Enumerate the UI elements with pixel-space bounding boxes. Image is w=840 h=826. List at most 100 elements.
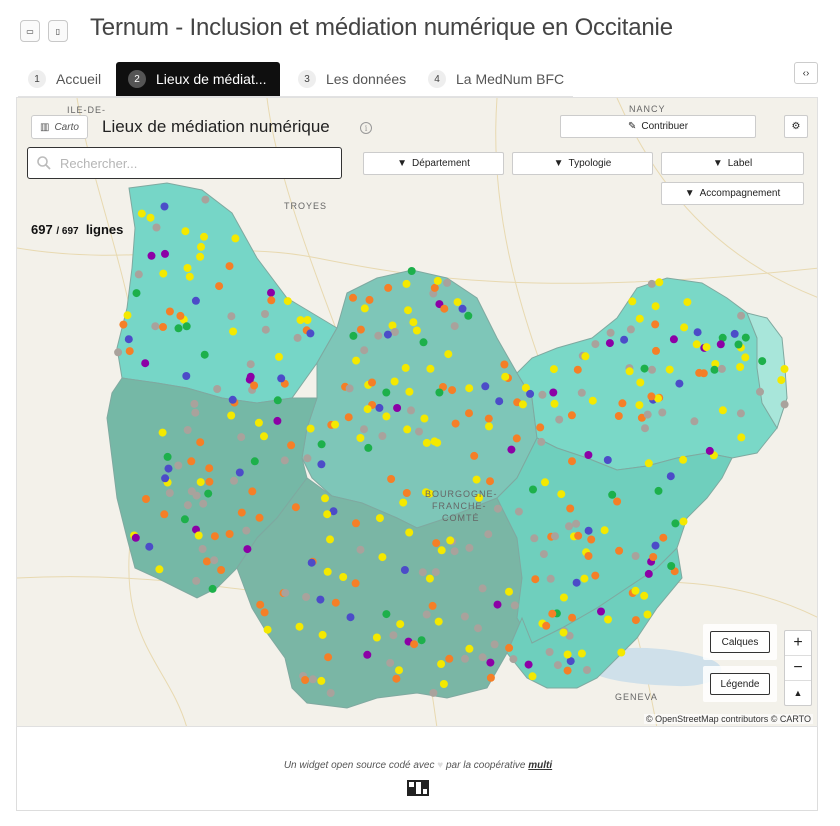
place-marker[interactable]: [651, 302, 660, 311]
place-marker[interactable]: [307, 558, 316, 567]
place-marker[interactable]: [465, 543, 474, 552]
place-marker[interactable]: [392, 674, 401, 683]
place-marker[interactable]: [643, 410, 652, 419]
place-marker[interactable]: [324, 653, 333, 662]
place-marker[interactable]: [378, 432, 387, 440]
place-marker[interactable]: [669, 335, 678, 344]
zoom-in-button[interactable]: +: [785, 631, 811, 656]
place-marker[interactable]: [559, 628, 568, 637]
place-marker[interactable]: [465, 409, 473, 418]
place-marker[interactable]: [303, 316, 312, 324]
place-marker[interactable]: [165, 307, 174, 316]
place-marker[interactable]: [183, 264, 192, 272]
place-marker[interactable]: [293, 333, 302, 342]
place-marker[interactable]: [490, 640, 499, 649]
place-marker[interactable]: [536, 423, 545, 432]
place-marker[interactable]: [418, 568, 427, 577]
place-marker[interactable]: [161, 249, 169, 258]
place-marker[interactable]: [470, 451, 479, 460]
place-marker[interactable]: [716, 340, 725, 349]
place-marker[interactable]: [524, 660, 533, 669]
settings-button[interactable]: ⚙: [784, 115, 808, 138]
code-toggle-icon[interactable]: ‹›: [794, 62, 818, 84]
place-marker[interactable]: [608, 490, 617, 499]
place-marker[interactable]: [584, 451, 593, 459]
place-marker[interactable]: [440, 304, 449, 313]
place-marker[interactable]: [526, 389, 535, 398]
place-marker[interactable]: [529, 485, 537, 494]
place-marker[interactable]: [331, 420, 340, 429]
place-marker[interactable]: [655, 278, 664, 287]
place-marker[interactable]: [584, 552, 593, 560]
place-marker[interactable]: [160, 510, 169, 519]
place-marker[interactable]: [461, 654, 469, 663]
place-marker[interactable]: [237, 433, 246, 442]
zoom-out-button[interactable]: −: [785, 656, 811, 681]
place-marker[interactable]: [643, 610, 652, 619]
place-marker[interactable]: [151, 322, 160, 331]
place-marker[interactable]: [356, 325, 365, 334]
place-marker[interactable]: [356, 545, 365, 554]
place-marker[interactable]: [737, 433, 746, 442]
info-icon[interactable]: i: [360, 122, 372, 134]
place-marker[interactable]: [430, 437, 439, 446]
place-marker[interactable]: [308, 675, 317, 684]
place-marker[interactable]: [346, 613, 355, 622]
place-marker[interactable]: [125, 347, 134, 356]
place-marker[interactable]: [246, 360, 255, 369]
place-marker[interactable]: [507, 445, 516, 454]
place-marker[interactable]: [581, 352, 590, 361]
place-marker[interactable]: [187, 457, 196, 466]
tab-accueil[interactable]: 1 Accueil: [28, 62, 101, 96]
place-marker[interactable]: [741, 353, 750, 362]
place-marker[interactable]: [230, 476, 238, 485]
place-marker[interactable]: [528, 672, 537, 681]
place-marker[interactable]: [671, 519, 680, 528]
place-marker[interactable]: [730, 329, 739, 338]
place-marker[interactable]: [615, 546, 624, 555]
place-marker[interactable]: [493, 600, 502, 609]
place-marker[interactable]: [412, 326, 421, 335]
place-marker[interactable]: [161, 474, 170, 483]
place-marker[interactable]: [389, 631, 398, 640]
place-marker[interactable]: [145, 542, 154, 551]
multi-logo[interactable]: [407, 780, 429, 796]
place-marker[interactable]: [591, 571, 600, 580]
place-marker[interactable]: [231, 234, 240, 243]
filter-accompagnement-button[interactable]: ▼ Accompagnement: [661, 182, 804, 205]
place-marker[interactable]: [777, 376, 786, 385]
place-marker[interactable]: [563, 666, 572, 675]
map-container[interactable]: ILE-DE- NC NANCY TROYES BOURGOGNE- FRANC…: [16, 97, 818, 727]
place-marker[interactable]: [705, 446, 714, 455]
place-marker[interactable]: [318, 630, 327, 639]
place-marker[interactable]: [142, 495, 150, 503]
place-marker[interactable]: [295, 622, 304, 631]
place-marker[interactable]: [208, 584, 217, 593]
place-marker[interactable]: [180, 515, 189, 524]
link-icon[interactable]: ▭: [20, 20, 40, 42]
place-marker[interactable]: [780, 365, 789, 373]
place-marker[interactable]: [717, 364, 726, 373]
place-marker[interactable]: [555, 415, 564, 424]
place-marker[interactable]: [635, 314, 644, 323]
place-marker[interactable]: [200, 350, 209, 359]
place-marker[interactable]: [675, 379, 684, 388]
place-marker[interactable]: [635, 401, 644, 410]
place-marker[interactable]: [134, 270, 143, 279]
place-marker[interactable]: [228, 395, 237, 404]
place-marker[interactable]: [434, 617, 443, 626]
place-marker[interactable]: [273, 396, 282, 405]
place-marker[interactable]: [419, 338, 428, 347]
place-marker[interactable]: [255, 513, 264, 522]
place-marker[interactable]: [458, 304, 467, 313]
place-marker[interactable]: [435, 388, 444, 397]
place-marker[interactable]: [185, 272, 194, 281]
place-marker[interactable]: [439, 680, 448, 688]
place-marker[interactable]: [365, 295, 374, 304]
place-marker[interactable]: [401, 363, 410, 372]
place-marker[interactable]: [702, 343, 711, 352]
place-marker[interactable]: [196, 438, 205, 447]
place-marker[interactable]: [174, 324, 183, 333]
place-marker[interactable]: [215, 282, 224, 291]
place-marker[interactable]: [538, 390, 547, 399]
